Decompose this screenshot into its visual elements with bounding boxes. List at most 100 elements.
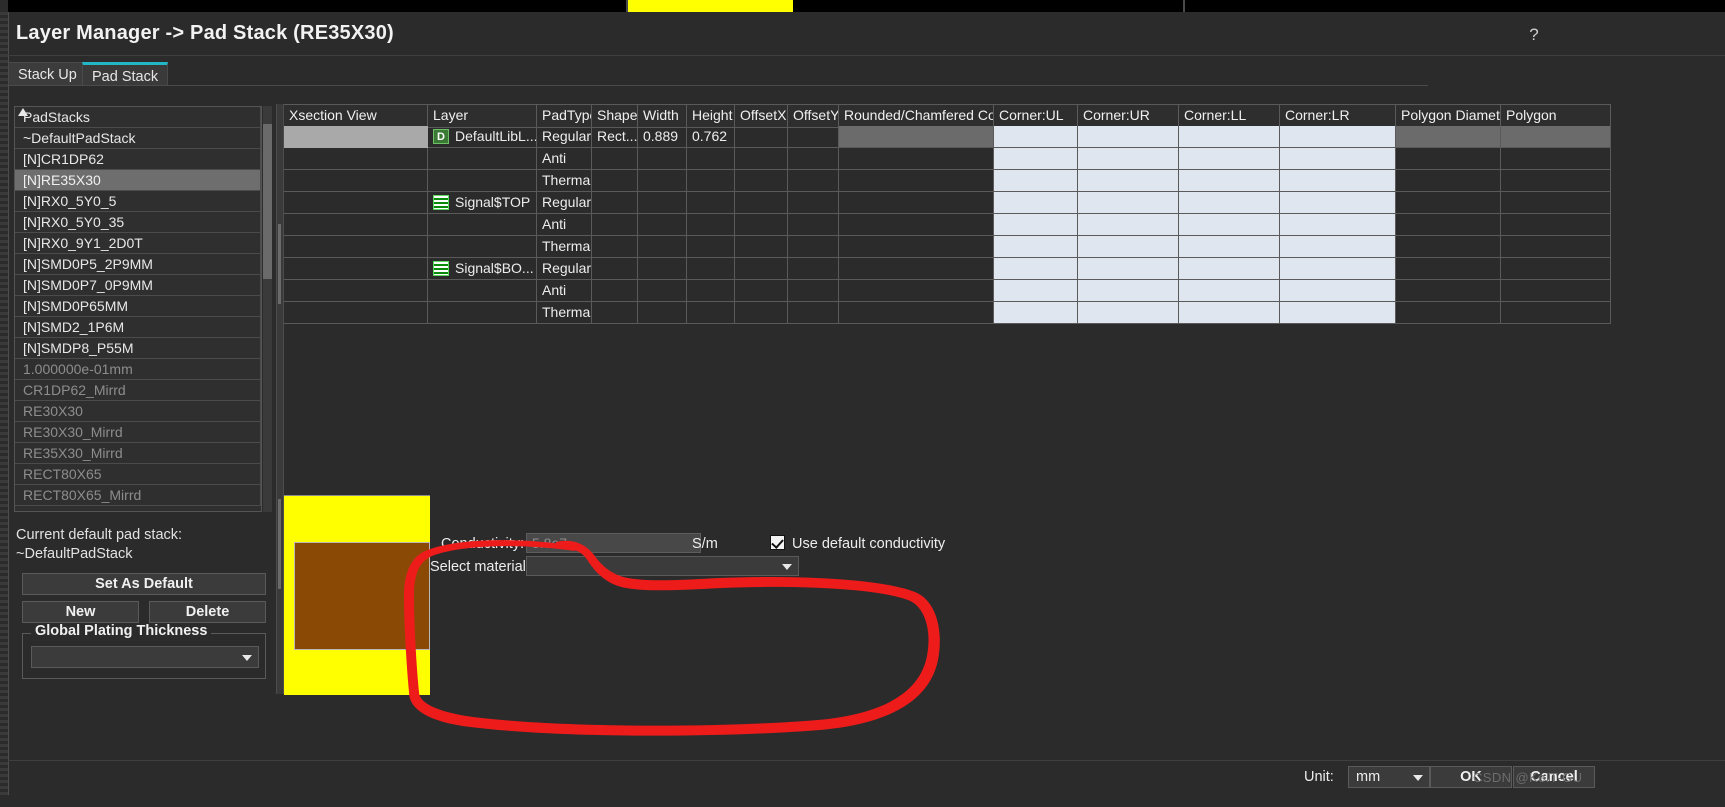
polygon-cell[interactable] — [1501, 302, 1611, 324]
delete-button[interactable]: Delete — [149, 601, 266, 623]
corner-cell[interactable] — [994, 148, 1078, 170]
offsety-cell[interactable] — [788, 126, 839, 148]
rounded-chamfered-cell[interactable] — [839, 126, 994, 148]
xsection-view-cell[interactable] — [284, 126, 428, 302]
padstack-list-item[interactable]: [N]RE35X30 — [15, 170, 261, 191]
polygon-cell[interactable] — [1501, 236, 1611, 258]
xsection-view-cell[interactable] — [284, 126, 428, 324]
rounded-chamfered-cell[interactable] — [839, 148, 994, 170]
corner-cell[interactable] — [1179, 214, 1280, 236]
corner-cell[interactable] — [994, 258, 1078, 280]
padtype-cell[interactable]: Regular — [537, 126, 592, 148]
layer-cell[interactable] — [428, 170, 537, 192]
padstack-list-item[interactable]: [N]RX0_9Y1_2D0T — [15, 233, 261, 254]
rounded-chamfered-cell[interactable] — [839, 192, 994, 214]
padstack-list[interactable]: PadStacks ~DefaultPadStack [N]CR1DP62 [N]R… — [14, 106, 262, 512]
rounded-chamfered-cell[interactable] — [839, 214, 994, 236]
table-row[interactable]: D DefaultLibL... Regular Rect... 0.889 0.762 — [284, 126, 1611, 148]
corner-cell[interactable] — [1078, 192, 1179, 214]
grid-column-header[interactable]: OffsetX — [735, 105, 788, 127]
offsety-cell[interactable] — [788, 258, 839, 280]
corner-cell[interactable] — [1280, 258, 1396, 280]
corner-cell[interactable] — [1179, 302, 1280, 324]
xsection-view-cell[interactable] — [284, 126, 428, 214]
padstack-list-item[interactable]: RE35X30_Mirrd — [15, 443, 261, 464]
width-cell[interactable] — [638, 214, 687, 236]
padstack-list-item[interactable]: [N]SMD0P5_2P9MM — [15, 254, 261, 275]
grid-column-header[interactable]: Height — [687, 105, 735, 127]
polygon-cell[interactable] — [1396, 126, 1501, 148]
offsety-cell[interactable] — [788, 170, 839, 192]
corner-cell[interactable] — [1179, 148, 1280, 170]
offsetx-cell[interactable] — [735, 280, 788, 302]
shape-cell[interactable] — [592, 280, 638, 302]
width-cell[interactable] — [638, 280, 687, 302]
layer-cell[interactable] — [428, 236, 537, 258]
rounded-chamfered-cell[interactable] — [839, 258, 994, 280]
height-cell[interactable] — [687, 302, 735, 324]
global-plating-thickness-combo[interactable] — [31, 646, 259, 668]
set-as-default-button[interactable]: Set As Default — [22, 573, 266, 595]
polygon-cell[interactable] — [1501, 170, 1611, 192]
height-cell[interactable] — [687, 214, 735, 236]
polygon-cell[interactable] — [1501, 258, 1611, 280]
corner-cell[interactable] — [1280, 192, 1396, 214]
shape-cell[interactable] — [592, 148, 638, 170]
shape-cell[interactable] — [592, 170, 638, 192]
corner-cell[interactable] — [1280, 148, 1396, 170]
corner-cell[interactable] — [1179, 126, 1280, 148]
table-row[interactable]: Thermal — [284, 126, 1611, 192]
panel-splitter[interactable] — [276, 104, 284, 694]
grid-column-header[interactable]: PadType — [537, 105, 592, 127]
xsection-view-cell[interactable] — [284, 126, 428, 170]
shape-cell[interactable] — [592, 214, 638, 236]
table-row[interactable]: Signal$TOP Regular — [284, 126, 1611, 214]
grid-column-header[interactable]: Xsection View — [284, 105, 428, 127]
xsection-view-cell[interactable] — [284, 126, 428, 280]
rounded-chamfered-cell[interactable] — [839, 170, 994, 192]
width-cell[interactable] — [638, 302, 687, 324]
padstack-list-item[interactable]: [N]SMD0P7_0P9MM — [15, 275, 261, 296]
corner-cell[interactable] — [1078, 148, 1179, 170]
offsety-cell[interactable] — [788, 148, 839, 170]
layer-cell[interactable]: Signal$TOP — [428, 192, 537, 214]
layer-cell[interactable] — [428, 214, 537, 236]
height-cell[interactable] — [687, 170, 735, 192]
polygon-cell[interactable] — [1501, 214, 1611, 236]
table-row[interactable]: Anti — [284, 126, 1611, 170]
polygon-cell[interactable] — [1396, 192, 1501, 214]
padstack-list-item[interactable]: [N]RX0_5Y0_5 — [15, 191, 261, 212]
corner-cell[interactable] — [1179, 258, 1280, 280]
corner-cell[interactable] — [1078, 236, 1179, 258]
corner-cell[interactable] — [994, 302, 1078, 324]
shape-cell[interactable]: Rect... — [592, 126, 638, 148]
height-cell[interactable] — [687, 236, 735, 258]
corner-cell[interactable] — [1078, 302, 1179, 324]
polygon-cell[interactable] — [1396, 258, 1501, 280]
table-row[interactable]: Signal$BO... Regular — [284, 126, 1611, 280]
grid-column-header[interactable]: Corner:LR — [1280, 105, 1396, 127]
height-cell[interactable] — [687, 148, 735, 170]
tab-stack-up[interactable]: Stack Up — [8, 62, 87, 86]
grid-column-header[interactable]: Rounded/Chamfered Co — [839, 105, 994, 127]
corner-cell[interactable] — [1280, 126, 1396, 148]
splitter-grip-top[interactable] — [278, 224, 281, 304]
padstack-list-item[interactable]: [N]SMD2_1P6M — [15, 317, 261, 338]
corner-cell[interactable] — [994, 280, 1078, 302]
corner-cell[interactable] — [1280, 214, 1396, 236]
shape-cell[interactable] — [592, 302, 638, 324]
grid-column-header[interactable]: Shape — [592, 105, 638, 127]
table-row[interactable]: Thermal — [284, 126, 1611, 258]
corner-cell[interactable] — [1179, 236, 1280, 258]
corner-cell[interactable] — [994, 192, 1078, 214]
polygon-cell[interactable] — [1396, 214, 1501, 236]
padtype-cell[interactable]: Thermal — [537, 302, 592, 324]
corner-cell[interactable] — [1280, 170, 1396, 192]
select-material-combo[interactable] — [526, 556, 799, 576]
offsetx-cell[interactable] — [735, 236, 788, 258]
offsetx-cell[interactable] — [735, 192, 788, 214]
padstack-list-item[interactable]: 1.000000e-01mm — [15, 359, 261, 380]
offsety-cell[interactable] — [788, 192, 839, 214]
offsety-cell[interactable] — [788, 302, 839, 324]
xsection-view-cell[interactable] — [284, 126, 428, 192]
